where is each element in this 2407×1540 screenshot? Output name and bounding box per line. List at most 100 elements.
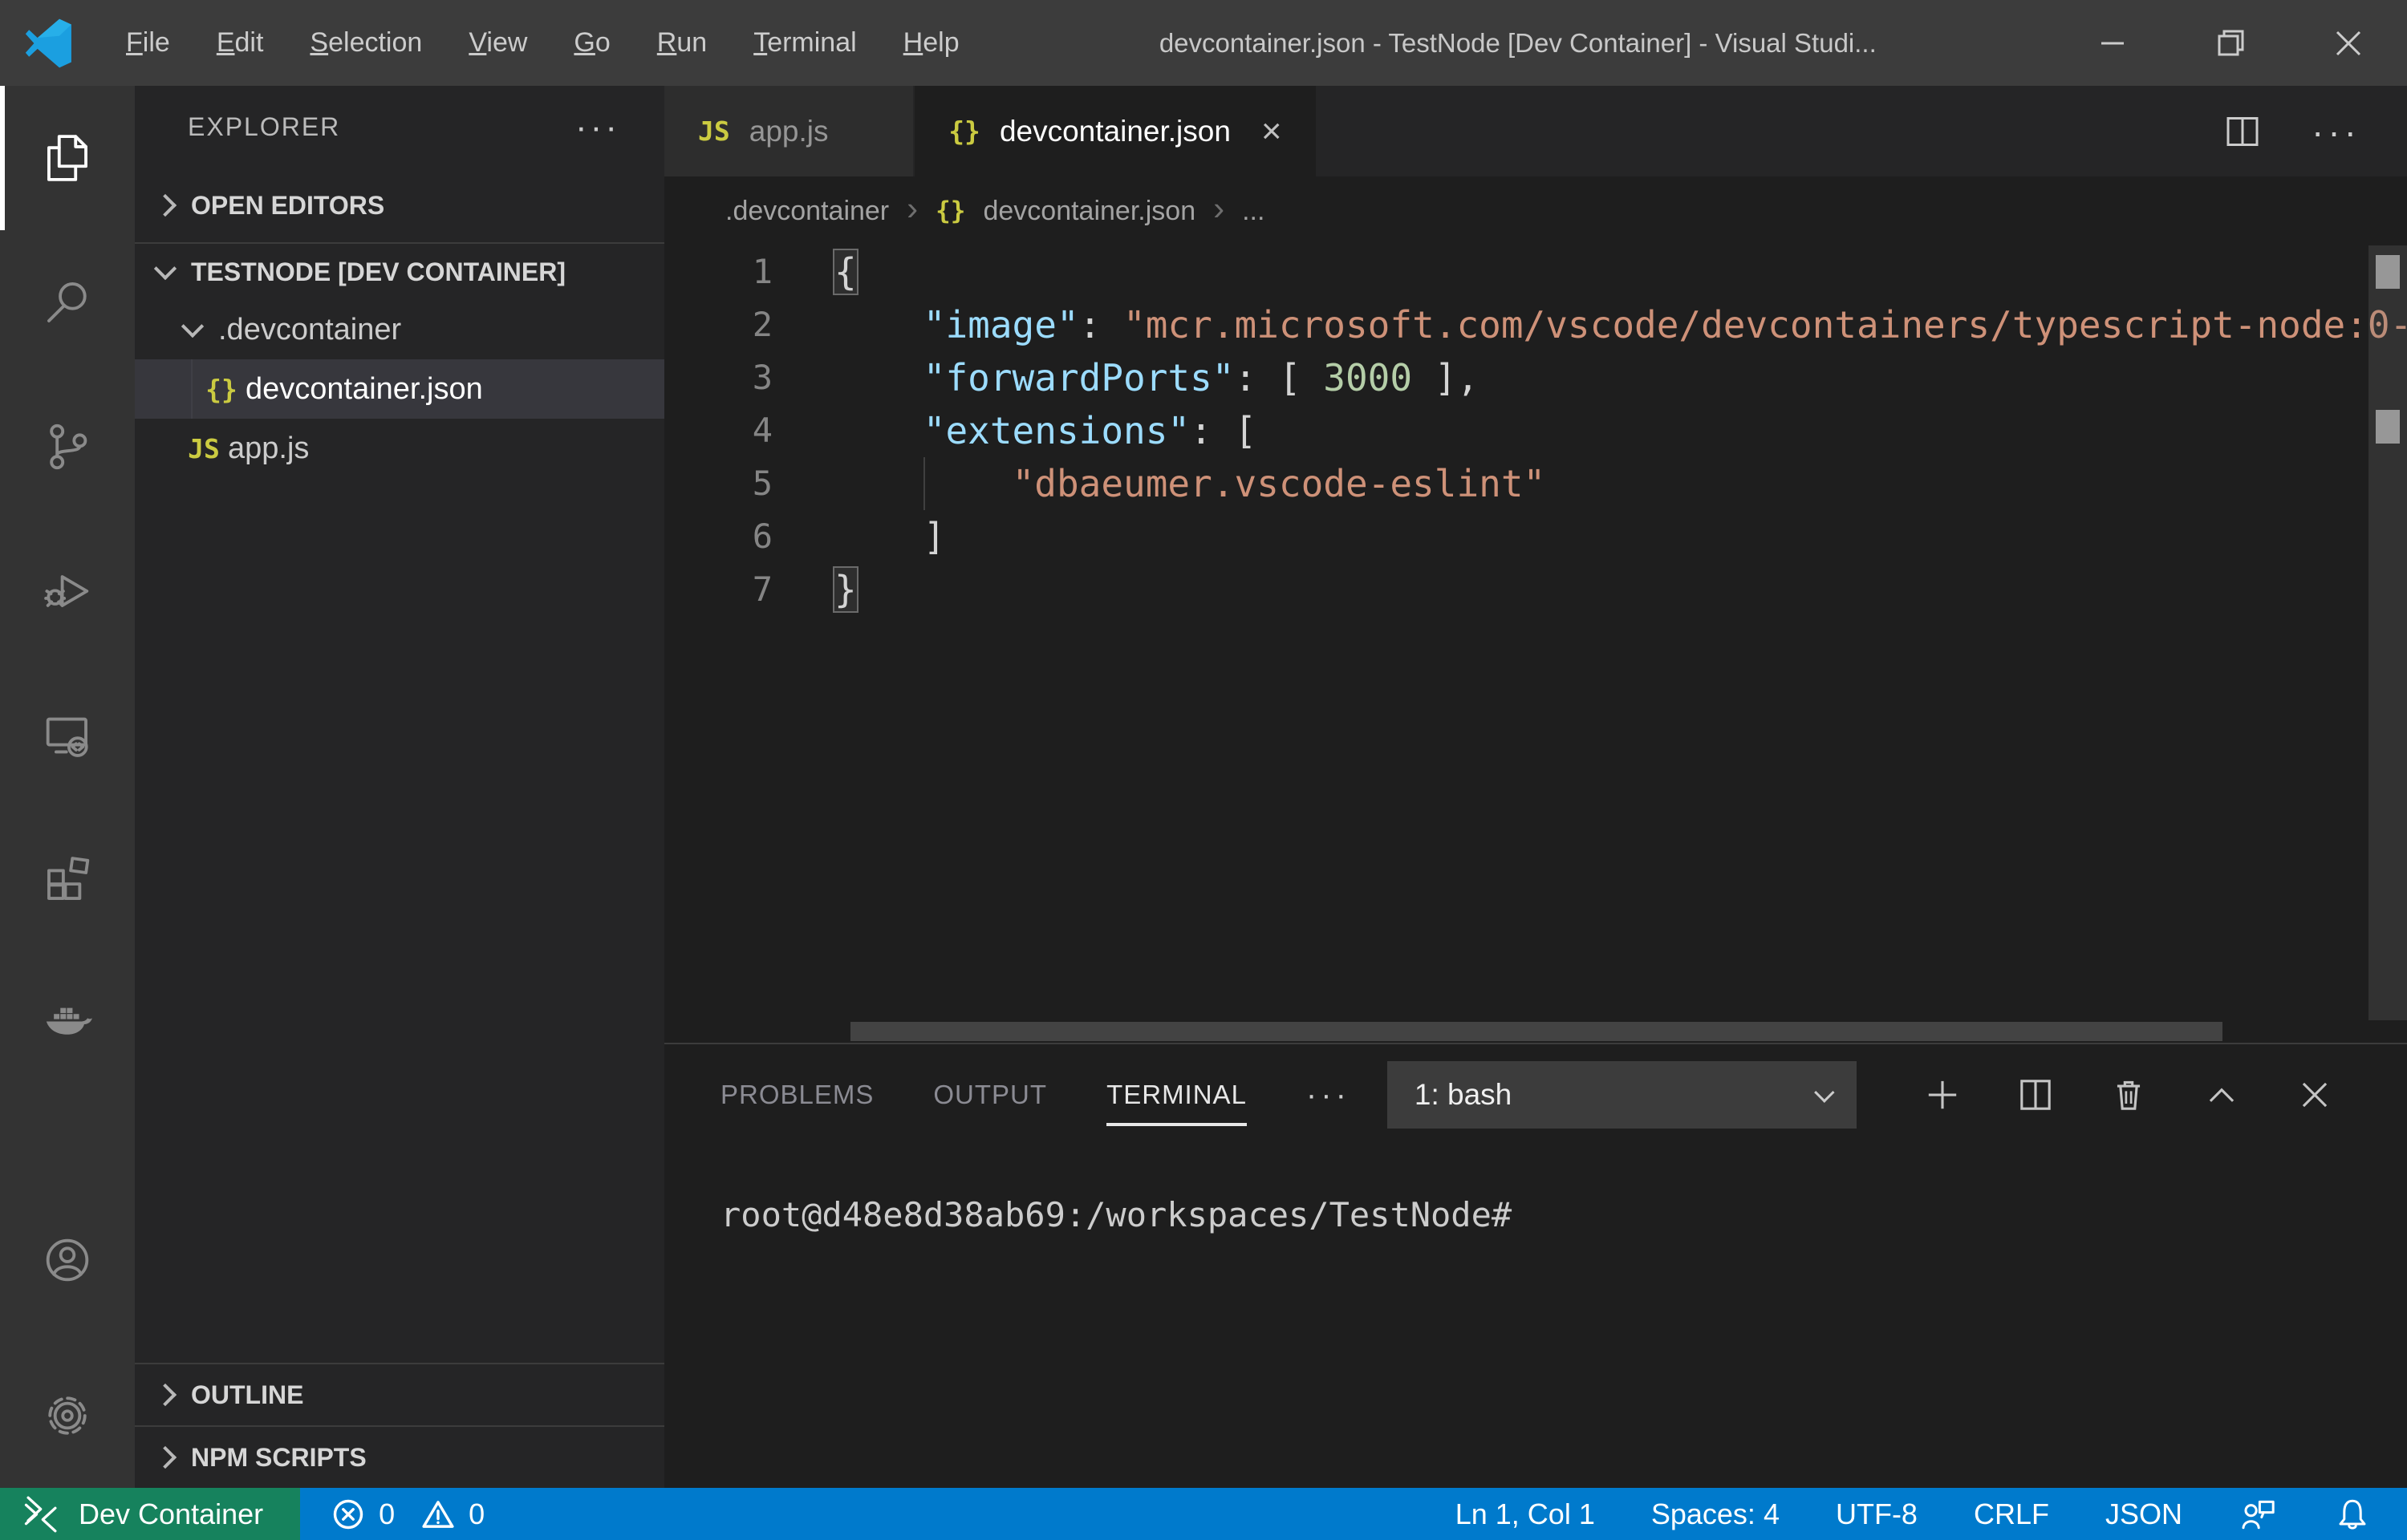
- maximize-panel-icon[interactable]: [2202, 1075, 2242, 1115]
- line-content: "extensions": [: [773, 404, 1256, 457]
- source-control-icon: [42, 421, 93, 472]
- line-content: "forwardPorts": [ 3000 ],: [773, 351, 1479, 404]
- remote-explorer-icon: [42, 710, 93, 761]
- close-tab-icon[interactable]: ×: [1250, 111, 1282, 152]
- activitybar-source-control[interactable]: [0, 375, 135, 519]
- activitybar-search[interactable]: [0, 230, 135, 375]
- cursor-position-status[interactable]: Ln 1, Col 1: [1455, 1497, 1595, 1531]
- code-line[interactable]: 5 "dbaeumer.vscode-eslint": [664, 457, 2407, 510]
- close-window-button[interactable]: [2289, 0, 2407, 86]
- js-file-icon: JS: [698, 116, 730, 147]
- tab-app-js[interactable]: JS app.js ×: [664, 86, 915, 176]
- activitybar-extensions[interactable]: [0, 808, 135, 952]
- files-icon: [42, 132, 93, 184]
- activitybar-run-debug[interactable]: [0, 519, 135, 663]
- chevron-down-icon: [181, 315, 204, 338]
- problems-status[interactable]: 0 0: [300, 1497, 485, 1532]
- activitybar-accounts[interactable]: [0, 1188, 135, 1332]
- terminal-prompt: root@d48e8d38ab69:/workspaces/TestNode#: [720, 1195, 1512, 1234]
- encoding-status[interactable]: UTF-8: [1836, 1497, 1918, 1531]
- chevron-right-icon: [154, 1384, 177, 1406]
- breadcrumb-symbol-tail[interactable]: ...: [1242, 196, 1264, 227]
- menu-bar: File Edit Selection View Go Run Terminal…: [103, 14, 983, 71]
- panel-tab-problems[interactable]: PROBLEMS: [720, 1044, 874, 1145]
- panel-tab-terminal[interactable]: TERMINAL: [1106, 1044, 1247, 1145]
- language-mode-status[interactable]: JSON: [2105, 1497, 2182, 1531]
- horizontal-scrollbar[interactable]: [850, 1022, 2222, 1041]
- line-number: 5: [664, 457, 773, 510]
- close-panel-icon[interactable]: [2295, 1075, 2335, 1115]
- code-line[interactable]: 3 "forwardPorts": [ 3000 ],: [664, 351, 2407, 404]
- remote-indicator[interactable]: Dev Container: [0, 1488, 300, 1540]
- run-and-debug-icon: [42, 565, 93, 617]
- activitybar-docker[interactable]: [0, 952, 135, 1096]
- editor-more-actions-icon[interactable]: ···: [2312, 110, 2360, 153]
- code-line[interactable]: 7}: [664, 563, 2407, 616]
- accounts-icon: [42, 1234, 93, 1286]
- tab-devcontainer-json[interactable]: {} devcontainer.json ×: [915, 86, 1315, 176]
- new-terminal-icon[interactable]: [1922, 1075, 1963, 1115]
- split-editor-icon[interactable]: [2223, 112, 2262, 151]
- line-number: 2: [664, 298, 773, 351]
- shell-selector-value: 1: bash: [1415, 1078, 1512, 1112]
- chevron-down-icon: [1814, 1082, 1834, 1102]
- panel-more-actions-icon[interactable]: ···: [1306, 1077, 1350, 1113]
- remote-icon: [21, 1493, 63, 1535]
- eol-status[interactable]: CRLF: [1974, 1497, 2049, 1531]
- feedback-icon[interactable]: [2239, 1495, 2277, 1534]
- json-file-icon: {}: [197, 374, 246, 405]
- panel-tab-output[interactable]: OUTPUT: [933, 1044, 1047, 1145]
- breadcrumb: .devcontainer › {} devcontainer.json › .…: [664, 176, 2407, 245]
- menu-selection[interactable]: Selection: [286, 14, 445, 71]
- menu-terminal[interactable]: Terminal: [730, 14, 879, 71]
- notifications-bell-icon[interactable]: [2333, 1495, 2372, 1534]
- menu-run[interactable]: Run: [634, 14, 730, 71]
- editor-tab-bar: JS app.js × {} devcontainer.json × ···: [664, 86, 2407, 176]
- code-line[interactable]: 4 "extensions": [: [664, 404, 2407, 457]
- menu-file[interactable]: File: [103, 14, 193, 71]
- section-workspace-root[interactable]: TESTNODE [DEV CONTAINER]: [135, 244, 664, 300]
- menu-view[interactable]: View: [445, 14, 550, 71]
- line-content: {: [773, 245, 857, 298]
- activitybar-explorer[interactable]: [0, 86, 135, 230]
- tab-label: devcontainer.json: [1000, 115, 1231, 148]
- status-bar: Dev Container 0 0 Ln 1, Col 1 Spaces: 4 …: [0, 1488, 2407, 1540]
- warning-count: 0: [469, 1497, 485, 1531]
- code-line[interactable]: 2 "image": "mcr.microsoft.com/vscode/dev…: [664, 298, 2407, 351]
- indentation-status[interactable]: Spaces: 4: [1651, 1497, 1780, 1531]
- kill-terminal-trash-icon[interactable]: [2109, 1075, 2149, 1115]
- terminal-content[interactable]: root@d48e8d38ab69:/workspaces/TestNode#: [664, 1145, 2407, 1488]
- restore-button[interactable]: [2171, 0, 2289, 86]
- tree-file-app-js[interactable]: JS app.js: [135, 419, 664, 478]
- breadcrumb-file[interactable]: devcontainer.json: [983, 196, 1195, 227]
- line-content: ]: [773, 510, 945, 563]
- breadcrumb-folder[interactable]: .devcontainer: [725, 196, 889, 227]
- line-number: 4: [664, 404, 773, 457]
- activitybar-settings[interactable]: [0, 1343, 135, 1488]
- tree-file-devcontainer-json[interactable]: {} devcontainer.json: [135, 359, 664, 419]
- vscode-logo-icon: [24, 18, 74, 68]
- split-terminal-icon[interactable]: [2015, 1075, 2056, 1115]
- code-line[interactable]: 6 ]: [664, 510, 2407, 563]
- menu-help[interactable]: Help: [880, 14, 983, 71]
- tree-folder-devcontainer[interactable]: .devcontainer: [135, 300, 664, 359]
- terminal-shell-selector[interactable]: 1: bash: [1387, 1061, 1857, 1129]
- section-npm-scripts[interactable]: NPM SCRIPTS: [135, 1425, 664, 1488]
- section-open-editors[interactable]: OPEN EDITORS: [135, 168, 664, 244]
- vertical-scrollbar[interactable]: [2368, 245, 2407, 1020]
- panel-header: PROBLEMS OUTPUT TERMINAL ··· 1: bash: [664, 1044, 2407, 1145]
- js-file-icon: JS: [180, 433, 228, 464]
- tree-indent-guide: [191, 359, 193, 419]
- code-editor[interactable]: 1{2 "image": "mcr.microsoft.com/vscode/d…: [664, 245, 2407, 1043]
- error-count: 0: [379, 1497, 395, 1531]
- menu-edit[interactable]: Edit: [193, 14, 287, 71]
- code-line[interactable]: 1{: [664, 245, 2407, 298]
- line-number: 6: [664, 510, 773, 563]
- activitybar-remote-explorer[interactable]: [0, 663, 135, 808]
- activity-bar: [0, 86, 135, 1488]
- sidebar-more-actions[interactable]: ···: [575, 120, 620, 136]
- section-outline[interactable]: OUTLINE: [135, 1363, 664, 1425]
- minimize-button[interactable]: [2053, 0, 2171, 86]
- overview-ruler-mark: [2376, 410, 2400, 444]
- menu-go[interactable]: Go: [550, 14, 633, 71]
